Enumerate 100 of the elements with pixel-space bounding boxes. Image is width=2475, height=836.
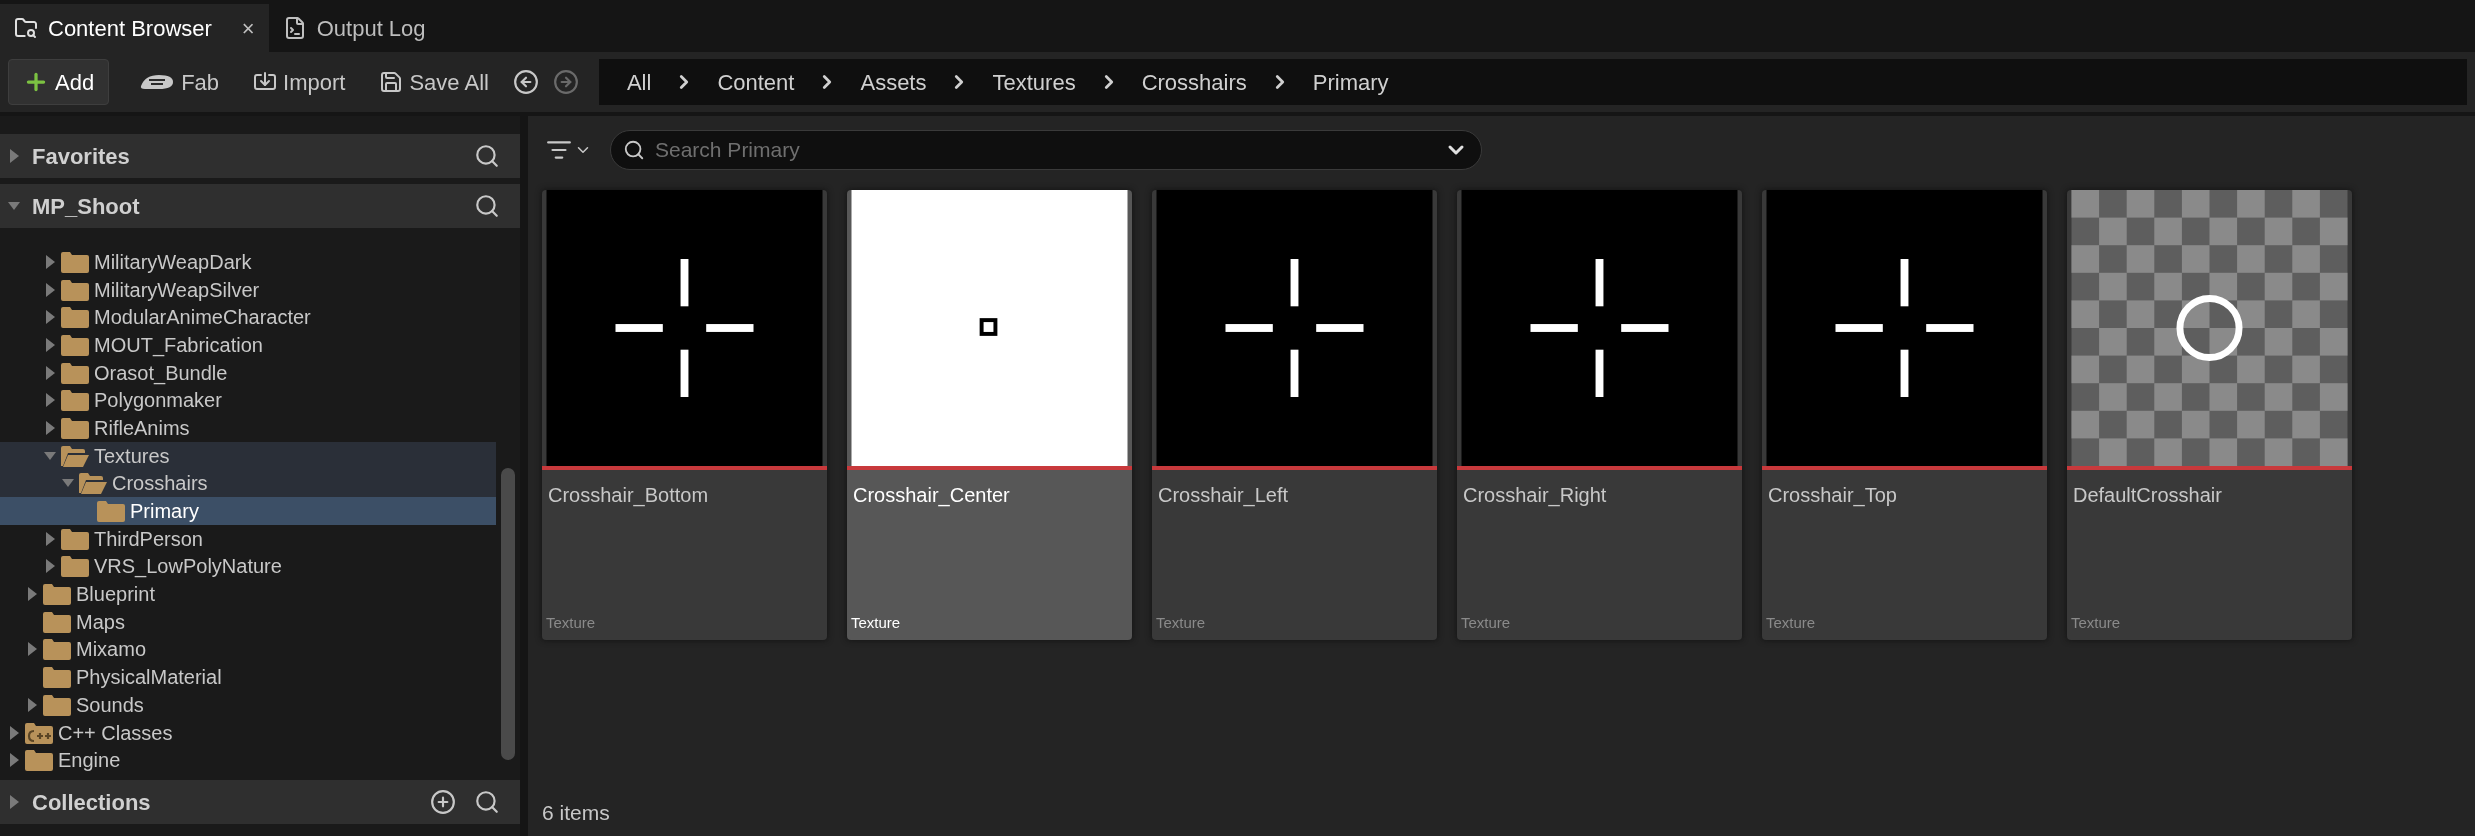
expand-arrow-icon[interactable] xyxy=(8,753,20,768)
breadcrumb-item[interactable]: All xyxy=(626,65,652,99)
folder-tree-item[interactable]: MOUT_Fabrication xyxy=(0,331,496,359)
folder-tree-item[interactable]: VRS_LowPolyNature xyxy=(0,552,496,581)
expand-arrow-icon[interactable] xyxy=(44,310,56,325)
folder-icon xyxy=(61,306,89,329)
expand-arrow-icon[interactable] xyxy=(8,149,20,163)
save-icon xyxy=(379,70,404,94)
fab-logo-icon xyxy=(139,72,176,92)
add-icon[interactable] xyxy=(430,789,456,815)
toolbar-button[interactable]: Import xyxy=(239,59,360,105)
search-icon xyxy=(623,139,645,161)
asset-type: Texture xyxy=(1765,612,1817,633)
expand-arrow-icon[interactable] xyxy=(44,365,56,380)
expand-arrow-icon[interactable] xyxy=(44,559,56,574)
expand-arrow-icon[interactable] xyxy=(44,254,56,269)
breadcrumb-item[interactable]: Crosshairs xyxy=(1141,65,1247,99)
folder-tree-item[interactable]: RifleAnims xyxy=(0,414,496,442)
toolbar-button[interactable]: Fab xyxy=(125,59,234,105)
expand-arrow-icon[interactable] xyxy=(44,393,56,408)
folder-icon xyxy=(61,361,89,384)
folder-tree-item[interactable]: ModularAnimeCharacter xyxy=(0,303,496,332)
folder-icon xyxy=(61,333,89,356)
folder-tree-item[interactable]: Primary xyxy=(0,497,496,525)
tab[interactable]: Output Log xyxy=(268,4,440,52)
folder-icon xyxy=(61,555,89,578)
breadcrumb-item[interactable]: Content xyxy=(717,65,795,99)
expand-arrow-icon[interactable] xyxy=(44,420,56,435)
asset-tile[interactable]: Crosshair_Bottom Texture xyxy=(542,190,827,640)
breadcrumb-item[interactable]: Textures xyxy=(992,65,1076,99)
search-icon[interactable] xyxy=(474,789,500,815)
search-field[interactable]: Search Primary xyxy=(610,130,1482,170)
asset-tile[interactable]: Crosshair_Top Texture xyxy=(1762,190,2047,640)
back-icon[interactable] xyxy=(512,69,539,95)
folder-icon xyxy=(43,610,71,633)
open-folder-icon xyxy=(61,444,89,467)
asset-name: Crosshair_Right xyxy=(1462,483,1608,509)
asset-type: Texture xyxy=(545,612,597,633)
folder-tree-item[interactable]: Crosshairs xyxy=(0,469,496,498)
folder-tree-item[interactable]: PhysicalMaterial xyxy=(0,663,496,691)
asset-type: Texture xyxy=(850,612,902,633)
folder-icon xyxy=(25,749,53,772)
expand-arrow-icon[interactable] xyxy=(44,282,56,297)
toolbar-button[interactable]: Save All xyxy=(365,59,503,105)
search-icon[interactable] xyxy=(474,143,500,169)
folder-icon xyxy=(43,666,71,689)
folder-icon xyxy=(97,500,125,523)
folder-tree-item[interactable]: MilitaryWeapSilver xyxy=(0,275,496,304)
expand-arrow-icon[interactable] xyxy=(44,531,56,546)
asset-tile[interactable]: Crosshair_Left Texture xyxy=(1152,190,1437,640)
folder-tree-item[interactable]: Textures xyxy=(0,441,496,470)
expand-arrow-icon[interactable] xyxy=(26,587,38,602)
section-header[interactable]: MP_Shoot xyxy=(0,184,520,228)
folder-icon xyxy=(43,693,71,716)
expand-arrow-icon[interactable] xyxy=(44,337,56,352)
section-title: Favorites xyxy=(32,142,130,171)
folder-tree-item[interactable]: Blueprint xyxy=(0,580,496,608)
folder-search-icon xyxy=(14,16,38,40)
asset-tile[interactable]: Crosshair_Right Texture xyxy=(1457,190,1742,640)
folder-icon xyxy=(61,278,89,301)
folder-tree-item[interactable]: Maps xyxy=(0,607,496,636)
folder-tree-item[interactable]: MilitaryWeapDark xyxy=(0,248,496,276)
section-header[interactable]: Collections xyxy=(0,780,520,824)
folder-tree-item[interactable]: Orasot_Bundle xyxy=(0,358,496,387)
add-button[interactable]: Add xyxy=(8,59,110,105)
folder-icon xyxy=(43,583,71,606)
asset-type: Texture xyxy=(2070,612,2122,633)
expand-arrow-icon[interactable] xyxy=(26,697,38,712)
folder-tree-item[interactable]: Mixamo xyxy=(0,635,496,664)
asset-type: Texture xyxy=(1460,612,1512,633)
cpp-folder-icon xyxy=(25,721,53,744)
section-title: MP_Shoot xyxy=(32,192,140,221)
folder-tree-item[interactable]: Engine xyxy=(0,746,496,774)
open-folder-icon xyxy=(79,472,107,495)
folder-tree-item[interactable]: ThirdPerson xyxy=(0,524,496,553)
close-button[interactable]: × xyxy=(241,11,255,45)
breadcrumb-item[interactable]: Primary xyxy=(1312,65,1389,99)
expand-arrow-icon[interactable] xyxy=(8,725,20,740)
asset-name: Crosshair_Bottom xyxy=(547,483,710,509)
folder-tree-item[interactable]: Polygonmaker xyxy=(0,386,496,415)
scrollbar-thumb[interactable] xyxy=(501,468,515,760)
asset-tile[interactable]: DefaultCrosshair Texture xyxy=(2067,190,2352,640)
folder-tree-item[interactable]: C++ Classes xyxy=(0,718,496,747)
section-title: Collections xyxy=(32,788,151,817)
asset-tile[interactable]: Crosshair_Center Texture xyxy=(847,190,1132,640)
asset-name: DefaultCrosshair xyxy=(2072,483,2223,508)
section-header[interactable]: Favorites xyxy=(0,134,520,178)
breadcrumb-item[interactable]: Assets xyxy=(860,65,927,99)
folder-icon xyxy=(61,250,89,273)
folder-icon xyxy=(61,527,89,550)
folder-tree-item[interactable]: Sounds xyxy=(0,691,496,719)
folder-icon xyxy=(61,416,89,439)
expand-arrow-icon[interactable] xyxy=(26,642,38,657)
tab[interactable]: Content Browser × xyxy=(0,4,269,52)
expand-arrow-icon[interactable] xyxy=(8,795,20,809)
folder-icon xyxy=(61,389,89,412)
search-icon[interactable] xyxy=(474,193,500,219)
asset-name: Crosshair_Left xyxy=(1157,483,1290,509)
asset-name: Crosshair_Top xyxy=(1767,483,1898,509)
asset-name: Crosshair_Center xyxy=(852,483,1011,509)
